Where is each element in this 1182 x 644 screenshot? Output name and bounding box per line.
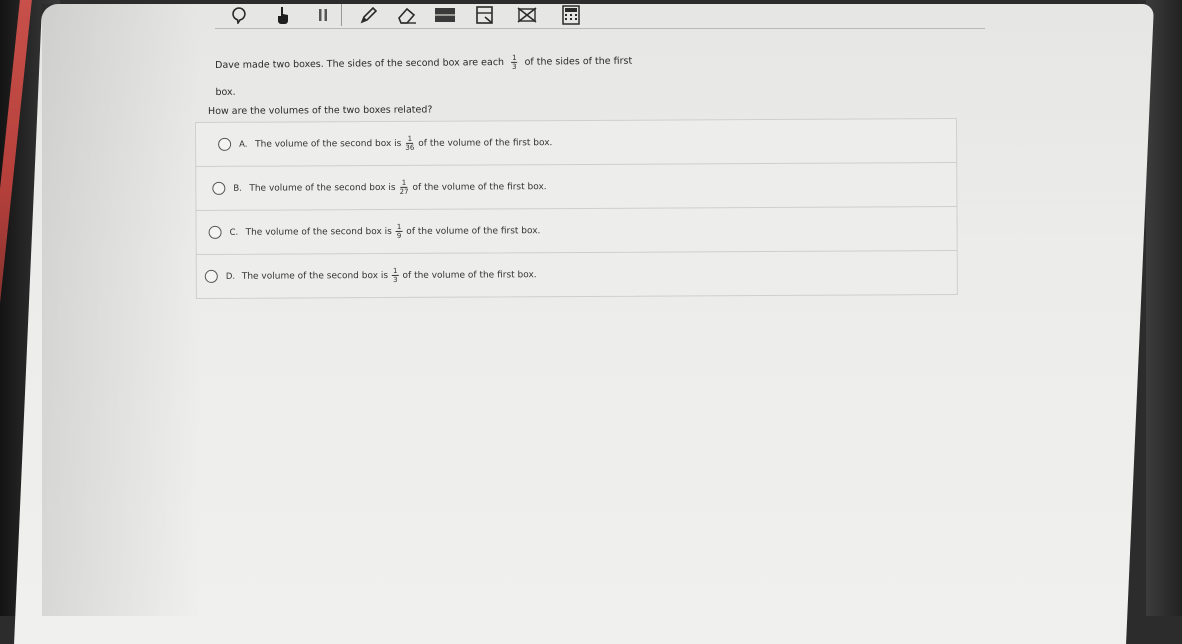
radio-button-d[interactable]: [204, 269, 218, 283]
choice-letter: D.: [225, 271, 236, 282]
choice-text-post: of the volume of the first box.: [402, 269, 537, 281]
choice-text: The volume of the second box is 1 36 of …: [255, 134, 552, 153]
choice-text-pre: The volume of the second box is: [245, 226, 392, 238]
choice-d[interactable]: D. The volume of the second box is 1 3 o…: [195, 250, 958, 299]
device-bezel-right: [1146, 0, 1182, 616]
toolbar-divider: [341, 4, 342, 26]
radio-button-b[interactable]: [212, 181, 226, 195]
line-reader-icon[interactable]: [473, 4, 497, 26]
choice-fraction: 1 9: [395, 222, 403, 240]
choice-text-post: of the volume of the first box.: [412, 181, 547, 193]
question-stem: Dave made two boxes. The sides of the se…: [215, 47, 676, 106]
choice-fraction: 1 3: [392, 266, 399, 284]
calculator-icon[interactable]: [559, 4, 583, 26]
answer-eliminator-icon[interactable]: [515, 4, 539, 26]
choice-c[interactable]: C. The volume of the second box is 1 9 o…: [195, 206, 958, 254]
choice-text: The volume of the second box is 1 27 of …: [249, 178, 547, 197]
stem-fraction-numerator: 1: [511, 53, 518, 63]
choice-fraction-denominator: 9: [396, 231, 402, 240]
choice-text-post: of the volume of the first box.: [406, 225, 541, 237]
choice-fraction: 1 36: [405, 134, 415, 152]
choice-letter: B.: [233, 183, 242, 194]
choice-fraction-denominator: 3: [393, 275, 398, 284]
choice-text-post: of the volume of the first box.: [418, 137, 553, 149]
choice-text-pre: The volume of the second box is: [249, 182, 396, 194]
choice-fraction-denominator: 27: [399, 187, 409, 196]
choice-fraction-numerator: 1: [392, 266, 399, 276]
choice-text-pre: The volume of the second box is: [255, 138, 402, 150]
choice-fraction-numerator: 1: [400, 178, 408, 188]
pause-icon[interactable]: [311, 4, 335, 26]
choice-fraction: 1 27: [399, 178, 409, 196]
question-prompt: How are the volumes of the two boxes rel…: [208, 104, 433, 117]
answer-choices: A. The volume of the second box is 1 36 …: [195, 118, 958, 299]
eraser-icon[interactable]: [395, 4, 419, 26]
question-stem-part1: Dave made two boxes. The sides of the se…: [215, 56, 505, 71]
choice-b[interactable]: B. The volume of the second box is 1 27 …: [195, 162, 958, 210]
pointer-hand-icon[interactable]: [271, 4, 295, 26]
choice-fraction-numerator: 1: [406, 134, 414, 144]
stem-fraction: 1 3: [511, 53, 518, 71]
choice-letter: A.: [239, 139, 248, 150]
highlighter-icon[interactable]: [433, 4, 457, 26]
question-stem-part2: of the sides of the first: [524, 55, 633, 68]
pencil-icon[interactable]: [357, 4, 381, 26]
stem-fraction-denominator: 3: [512, 62, 517, 71]
choice-text: The volume of the second box is 1 9 of t…: [246, 222, 541, 241]
question-stem-line-2: box.: [215, 86, 236, 98]
choice-fraction-numerator: 1: [395, 222, 403, 232]
question-stem-line-1: Dave made two boxes. The sides of the se…: [215, 47, 675, 79]
choice-a[interactable]: A. The volume of the second box is 1 36 …: [195, 118, 958, 166]
speech-bubble-icon[interactable]: [227, 4, 251, 26]
choice-letter: C.: [229, 227, 239, 238]
choice-fraction-denominator: 36: [405, 143, 415, 152]
choice-text: The volume of the second box is 1 3 of t…: [242, 266, 537, 285]
radio-button-a[interactable]: [218, 137, 232, 151]
toolbar: [215, 0, 985, 29]
choice-text-pre: The volume of the second box is: [241, 270, 389, 282]
radio-button-c[interactable]: [208, 225, 222, 239]
